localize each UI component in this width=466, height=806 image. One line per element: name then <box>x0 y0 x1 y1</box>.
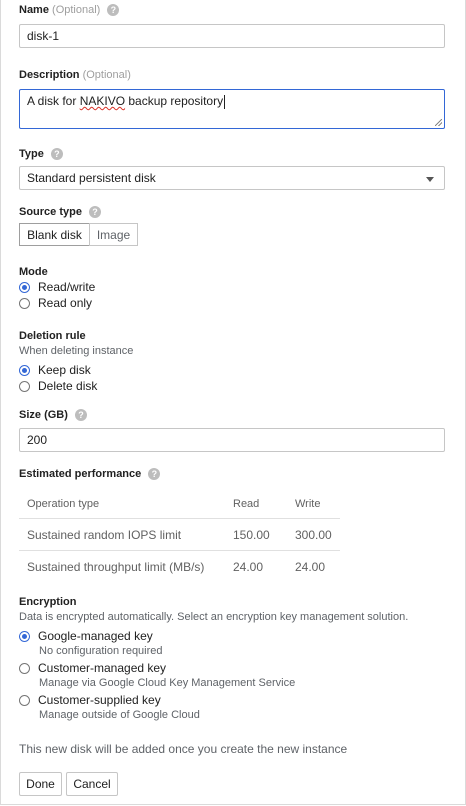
customer-managed-key-radio[interactable]: Customer-managed key <box>19 661 166 675</box>
done-button[interactable]: Done <box>19 772 62 796</box>
performance-table: Operation type Read Write Sustained rand… <box>19 490 340 582</box>
encryption-label: Encryption <box>19 596 77 608</box>
radio-selected-icon <box>19 364 30 376</box>
mode-read-write-radio[interactable]: Read/write <box>19 280 95 294</box>
size-input-value: 200 <box>27 433 48 447</box>
help-icon[interactable]: ? <box>89 206 102 219</box>
optional-hint: (Optional) <box>52 4 101 16</box>
radio-selected-icon <box>19 281 30 293</box>
text-caret <box>224 94 226 109</box>
table-header-row: Operation type Read Write <box>19 490 340 519</box>
table-cell: 150.00 <box>225 518 287 551</box>
source-image-button[interactable]: Image <box>89 223 138 246</box>
mode-read-only-radio[interactable]: Read only <box>19 296 92 310</box>
size-input[interactable]: 200 <box>19 428 445 452</box>
help-icon[interactable]: ? <box>50 148 63 161</box>
column-header: Read <box>233 498 260 510</box>
description-text: A disk for NAKIVO backup repository <box>27 94 226 109</box>
radio-icon <box>19 694 30 706</box>
table-cell: 24.00 <box>287 550 340 582</box>
description-label: Description (Optional) <box>19 69 131 81</box>
radio-icon <box>19 662 30 674</box>
source-type-label: Source type ? <box>19 206 102 219</box>
customer-supplied-key-radio[interactable]: Customer-supplied key <box>19 693 161 707</box>
google-managed-key-sub: No configuration required <box>39 645 163 657</box>
customer-managed-key-sub: Manage via Google Cloud Key Management S… <box>39 677 296 689</box>
table-cell: 300.00 <box>287 518 340 551</box>
help-icon[interactable]: ? <box>74 409 87 422</box>
footer-note: This new disk will be added once you cre… <box>19 742 348 756</box>
column-header: Operation type <box>27 498 100 510</box>
table-row: Sustained throughput limit (MB/s) 24.00 … <box>19 550 340 582</box>
estimated-performance-label: Estimated performance ? <box>19 468 161 481</box>
type-label: Type ? <box>19 148 63 161</box>
resize-handle[interactable] <box>435 119 442 126</box>
name-label: Name (Optional) ? <box>19 4 120 17</box>
dropdown-arrow-icon <box>426 177 434 182</box>
mode-label: Mode <box>19 266 48 278</box>
table-cell: Sustained random IOPS limit <box>19 518 225 551</box>
encryption-description: Data is encrypted automatically. Select … <box>19 611 409 623</box>
table-cell: 24.00 <box>225 550 287 582</box>
column-header: Write <box>295 498 321 510</box>
cancel-button[interactable]: Cancel <box>66 772 118 796</box>
google-managed-key-radio[interactable]: Google-managed key <box>19 629 153 643</box>
table-cell: Sustained throughput limit (MB/s) <box>19 550 225 582</box>
radio-icon <box>19 380 30 392</box>
deletion-rule-label: Deletion rule <box>19 330 86 342</box>
radio-selected-icon <box>19 630 30 642</box>
type-select[interactable]: Standard persistent disk <box>19 166 445 190</box>
table-row: Sustained random IOPS limit 150.00 300.0… <box>19 518 340 551</box>
name-input[interactable]: disk-1 <box>19 24 445 48</box>
name-input-value: disk-1 <box>27 29 60 43</box>
radio-icon <box>19 297 30 309</box>
spellcheck-word: NAKIVO <box>79 94 126 108</box>
optional-hint: (Optional) <box>82 69 131 81</box>
delete-disk-radio[interactable]: Delete disk <box>19 379 97 393</box>
description-textarea[interactable]: A disk for NAKIVO backup repository <box>19 89 445 129</box>
deletion-rule-sublabel: When deleting instance <box>19 345 134 357</box>
type-select-value: Standard persistent disk <box>27 171 156 185</box>
help-icon[interactable]: ? <box>107 4 120 17</box>
customer-supplied-key-sub: Manage outside of Google Cloud <box>39 709 200 721</box>
help-icon[interactable]: ? <box>148 468 161 481</box>
source-blank-disk-button[interactable]: Blank disk <box>19 223 90 246</box>
size-label: Size (GB) ? <box>19 409 87 422</box>
keep-disk-radio[interactable]: Keep disk <box>19 363 91 377</box>
